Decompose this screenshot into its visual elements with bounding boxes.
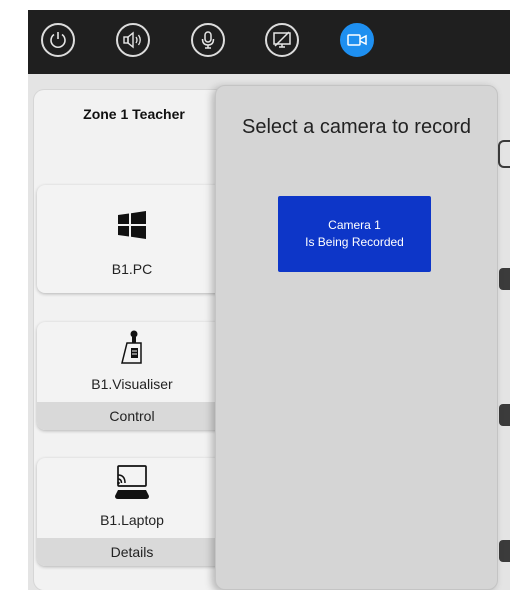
source-card-visualiser[interactable]: B1.Visualiser Control [37,322,227,430]
speaker-icon [123,31,141,49]
source-label: B1.PC [111,261,153,277]
popup-title: Select a camera to record [242,116,471,138]
audio-button[interactable] [116,23,150,57]
screen-off-icon [273,31,291,48]
hidden-panel-edge [499,268,510,290]
microphone-button[interactable] [191,23,225,57]
hidden-panel-edge [499,404,510,426]
hidden-panel-edge [499,540,510,562]
source-card-pc[interactable]: B1.PC [37,185,227,293]
source-card-laptop[interactable]: B1.Laptop Details [37,458,227,566]
cast-laptop-icon [37,463,227,503]
source-label: B1.Laptop [100,512,164,528]
camera-button-line1: Camera 1 [328,218,381,232]
video-camera-icon [347,34,367,46]
source-label: B1.Visualiser [91,376,173,392]
power-button[interactable] [41,23,75,57]
camera-select-popup: Select a camera to record Camera 1 Is Be… [215,85,498,590]
display-off-button[interactable] [265,23,299,57]
hidden-panel-edge [498,140,510,168]
power-icon [50,32,66,48]
camera-record-button[interactable] [340,23,374,57]
microphone-icon [201,31,215,49]
visualiser-icon [37,329,227,365]
camera-button-line2: Is Being Recorded [305,235,404,249]
control-button[interactable]: Control [37,402,227,430]
zone-title: Zone 1 Teacher [83,106,185,122]
camera-1-button[interactable]: Camera 1 Is Being Recorded [278,196,431,272]
details-button[interactable]: Details [37,538,227,566]
windows-icon [37,210,227,240]
top-toolbar [28,10,510,74]
